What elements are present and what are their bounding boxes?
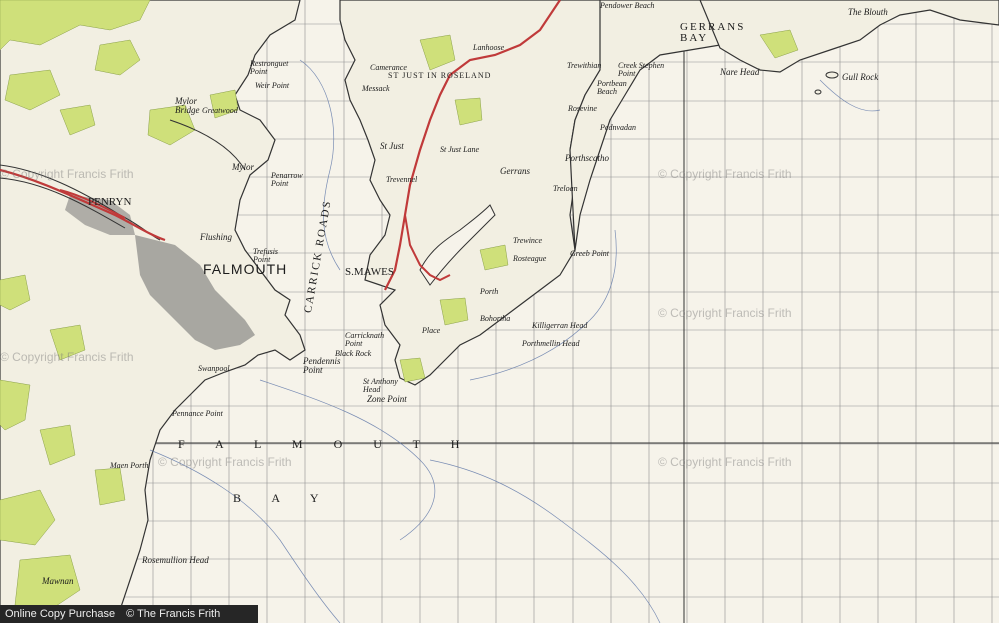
- killigerran-head-label: Killigerran Head: [532, 321, 588, 330]
- map-canvas: [0, 0, 999, 623]
- st-mawes-label: S.MAWES: [345, 266, 394, 278]
- watermark-4: © Copyright Francis Frith: [158, 455, 292, 469]
- trewince-label: Trewince: [513, 236, 543, 245]
- porth-label: Porth: [480, 287, 499, 296]
- st-just-label: St Just: [380, 141, 404, 151]
- restronguet-point-label: Restronguet Point: [250, 59, 289, 76]
- islets: [814, 71, 839, 95]
- trevennel-label: Trevennel: [386, 175, 418, 184]
- map-viewport[interactable]: CARRICK ROADS F A L M O U T H B A Y GERR…: [0, 0, 999, 623]
- carricknath-point-label: Carricknath Point: [345, 331, 385, 348]
- falmouth-label: FALMOUTH: [203, 261, 288, 277]
- gerrans-label: Gerrans: [500, 166, 531, 176]
- creek-stephen-point-label: Creek Stephen Point: [618, 61, 665, 78]
- porthscatho-label: Porthscatho: [565, 153, 609, 163]
- swanpool-label: Swanpool: [198, 364, 230, 373]
- watermark-1: © Copyright Francis Frith: [658, 167, 792, 181]
- trefusis-point-label: Trefusis Point: [253, 247, 279, 264]
- bay-label: B A Y: [233, 491, 333, 505]
- trewithian-label: Trewithian: [567, 61, 602, 70]
- watermark-3: © Copyright Francis Frith: [658, 455, 792, 469]
- black-rock-label: Black Rock: [335, 349, 372, 358]
- porthmellin-head-label: Porthmellin Head: [522, 339, 580, 348]
- pendower-beach-label: Pendower Beach: [600, 1, 655, 10]
- lanhoose-label: Lanhoose: [473, 43, 505, 52]
- watermark-2: © Copyright Francis Frith: [658, 306, 792, 320]
- greeb-point-label: Greeb Point: [570, 249, 610, 258]
- rosteague-label: Rosteague: [513, 254, 547, 263]
- flushing-label: Flushing: [200, 232, 233, 242]
- bohortha-label: Bohortha: [480, 314, 511, 323]
- watermark-6: © Copyright Francis Frith: [0, 350, 134, 364]
- greatwood-label: Greatwood: [202, 106, 238, 115]
- st-anthony-head-label: St Anthony Head: [363, 377, 398, 394]
- place-label: Place: [422, 326, 441, 335]
- pendennis-point-label: Pendennis Point: [303, 356, 341, 375]
- st-just-roseland-label: ST JUST IN ROSELAND: [388, 71, 492, 80]
- falmouth-bay-label: F A L M O U T H: [178, 437, 474, 451]
- maen-porth-label: Maen Porth: [110, 461, 149, 470]
- online-copy-purchase-link[interactable]: Online Copy Purchase: [5, 608, 115, 620]
- penryn-label: PENRYN: [88, 196, 132, 208]
- nare-head-label: Nare Head: [720, 67, 760, 77]
- footer-bar: Online Copy Purchase © The Francis Frith…: [0, 605, 258, 623]
- messack-label: Messack: [362, 84, 390, 93]
- gull-rock-label: Gull Rock: [842, 72, 879, 82]
- rosemullion-head-label: Rosemullion Head: [142, 555, 209, 565]
- camerance-label: Camerance: [370, 63, 407, 72]
- mylor-bridge-label: Mylor Bridge: [175, 96, 200, 115]
- portbean-beach-label: Portbean Beach: [597, 79, 627, 96]
- watermark-5: © Copyright Francis Frith: [0, 167, 134, 181]
- treloan-label: Treloan: [553, 184, 578, 193]
- penarrow-point-label: Penarrow Point: [271, 171, 303, 188]
- mylor-label: Mylor: [232, 162, 254, 172]
- the-blouth-label: The Blouth: [848, 7, 888, 17]
- pednvadan-label: Pednvadan: [600, 123, 636, 132]
- weir-point-label: Weir Point: [255, 81, 290, 90]
- zone-point-label: Zone Point: [367, 394, 407, 404]
- mawnan-label: Mawnan: [42, 576, 74, 586]
- st-just-lane-label: St Just Lane: [440, 145, 480, 154]
- pennance-point-label: Pennance Point: [172, 409, 223, 418]
- rosevine-label: Rosevine: [568, 104, 597, 113]
- gerrans-bay-label: GERRANS BAY: [680, 21, 746, 44]
